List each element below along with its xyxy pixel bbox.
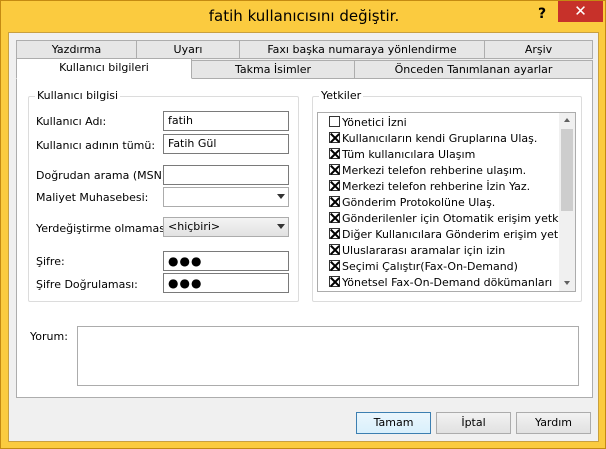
window-title: fatih kullanıcısını değiştir. (208, 7, 400, 25)
permission-item[interactable]: Gönderilenler için Otomatik erişim yetki… (329, 212, 570, 228)
permission-item[interactable]: Merkezi telefon rehberine ulaşım. (329, 164, 526, 180)
permission-item[interactable]: Yönetsel Fax-On-Demand dökümanları (329, 276, 553, 291)
scroll-up-icon[interactable] (564, 118, 570, 122)
checkbox[interactable] (329, 148, 340, 159)
permission-label: Gönderilenler için Otomatik erişim yetki… (342, 212, 571, 225)
substitute-dropdown[interactable]: <hiçbiri> (163, 217, 289, 237)
comment-label: Yorum: (30, 330, 68, 343)
help-button[interactable]: Yardım (516, 412, 591, 434)
scroll-down-icon[interactable] (564, 281, 570, 285)
substitute-value: <hiçbiri> (168, 220, 221, 233)
password-label: Şifre: (36, 255, 65, 268)
checkbox[interactable] (329, 228, 340, 239)
checkbox[interactable] (329, 196, 340, 207)
password-field[interactable]: ●●● (163, 251, 289, 271)
checkbox[interactable] (329, 212, 340, 223)
tab-aliases[interactable]: Takma İsimler (191, 60, 355, 79)
permission-label: Gönderim Protokolüne Ulaş. (342, 196, 496, 209)
permission-item[interactable]: Diğer Kullanıcılara Gönderim erişim yetk… (329, 228, 576, 244)
title-bar[interactable]: fatih kullanıcısını değiştir. ? ✕ (1, 1, 606, 32)
direct-dial-label: Doğrudan arama (MSN): (36, 169, 170, 182)
fullname-field[interactable]: Fatih Gül (163, 134, 289, 154)
checkbox[interactable] (329, 164, 340, 175)
username-field[interactable]: fatih (163, 111, 289, 131)
permission-label: Seçimi Çalıştır(Fax-On-Demand) (342, 260, 518, 273)
checkbox[interactable] (329, 180, 340, 191)
tab-predefined-settings[interactable]: Önceden Tanımlanan ayarlar (354, 60, 593, 79)
username-label: Kullanıcı Adı: (36, 115, 107, 128)
direct-dial-field[interactable] (163, 165, 289, 185)
checkbox[interactable] (329, 260, 340, 271)
checkbox[interactable] (329, 132, 340, 143)
permission-label: Tüm kullanıcılara Ulaşım (342, 148, 476, 161)
permission-label: Merkezi telefon rehberine ulaşım. (342, 164, 527, 177)
cancel-button[interactable]: İptal (436, 412, 511, 434)
permission-label: Uluslararası aramalar için izin (342, 244, 506, 257)
dialog-window: fatih kullanıcısını değiştir. ? ✕ Yazdır… (0, 0, 606, 449)
permission-item-admin[interactable]: Yönetici İzni (329, 116, 407, 132)
user-info-group-title: Kullanıcı bilgisi (35, 89, 121, 102)
checkbox[interactable] (329, 276, 340, 287)
cost-center-label: Maliyet Muhasebesi: (36, 191, 149, 204)
permissions-group-title: Yetkiler (319, 89, 364, 102)
tab-alerts[interactable]: Uyarı (136, 40, 240, 59)
password-confirm-field[interactable]: ●●● (163, 273, 289, 293)
permission-item[interactable]: Seçimi Çalıştır(Fax-On-Demand) (329, 260, 518, 276)
permission-label: Yönetici İzni (342, 116, 407, 129)
permission-label: Yönetsel Fax-On-Demand dökümanları (342, 276, 553, 289)
chevron-down-icon (277, 194, 285, 199)
chevron-down-icon (277, 224, 285, 229)
close-button[interactable]: ✕ (558, 1, 603, 22)
fullname-label: Kullanıcı adının tümü: (36, 139, 156, 152)
tab-user-info[interactable]: Kullanıcı bilgileri (16, 58, 192, 79)
cost-center-dropdown[interactable] (163, 187, 289, 207)
permissions-list[interactable]: Yönetici İzni Kullanıcıların kendi Grupl… (317, 112, 576, 292)
permission-label: Diğer Kullanıcılara Gönderim erişim yetk… (342, 228, 576, 241)
permission-item[interactable]: Merkezi telefon rehberine İzin Yaz. (329, 180, 530, 196)
permission-item[interactable]: Uluslararası aramalar için izin (329, 244, 505, 260)
password-confirm-label: Şifre Doğrulaması: (36, 278, 138, 291)
permissions-scrollbar[interactable] (559, 113, 575, 291)
comment-textarea[interactable] (77, 326, 579, 386)
permission-item[interactable]: Gönderim Protokolüne Ulaş. (329, 196, 495, 212)
permission-label: Merkezi telefon rehberine İzin Yaz. (342, 180, 531, 193)
tab-fax-forward[interactable]: Faxı başka numaraya yönlendirme (239, 40, 485, 59)
tab-archive[interactable]: Arşiv (484, 40, 593, 59)
permission-item[interactable]: Kullanıcıların kendi Gruplarına Ulaş. (329, 132, 537, 148)
help-icon[interactable]: ? (531, 5, 553, 23)
permission-item[interactable]: Tüm kullanıcılara Ulaşım (329, 148, 475, 164)
tab-print[interactable]: Yazdırma (16, 40, 137, 59)
checkbox[interactable] (329, 244, 340, 255)
scrollbar-thumb[interactable] (561, 129, 573, 211)
dialog-client-area: Yazdırma Uyarı Faxı başka numaraya yönle… (8, 32, 599, 442)
substitute-label: Yerdeğiştirme olmaması: (36, 222, 172, 235)
ok-button[interactable]: Tamam (356, 412, 431, 434)
checkbox[interactable] (329, 116, 340, 127)
permission-label: Kullanıcıların kendi Gruplarına Ulaş. (342, 132, 538, 145)
